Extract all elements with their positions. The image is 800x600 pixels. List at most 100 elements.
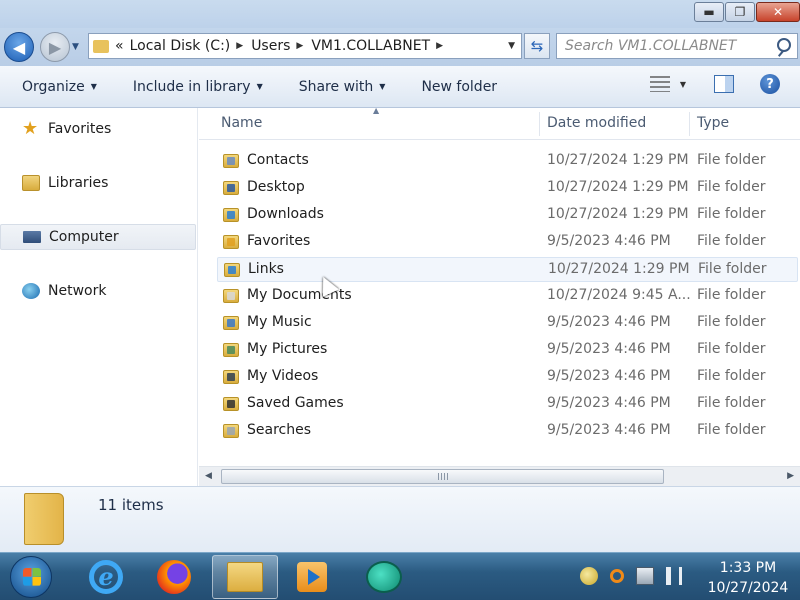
file-type: File folder	[697, 422, 766, 438]
table-row[interactable]: Links 10/27/2024 1:29 PM File folder	[217, 257, 798, 282]
sidebar-item-network[interactable]: Network	[22, 278, 106, 304]
network-status-icon[interactable]	[636, 567, 654, 585]
breadcrumb-overflow[interactable]: «	[115, 38, 124, 54]
change-view-icon[interactable]	[649, 76, 670, 92]
table-row[interactable]: My Music 9/5/2023 4:46 PM File folder	[217, 311, 798, 336]
search-icon[interactable]	[777, 38, 791, 52]
file-name: Searches	[247, 422, 312, 438]
tray-search-icon[interactable]	[610, 569, 624, 583]
breadcrumb-separator-icon[interactable]: ▶	[296, 41, 303, 51]
scroll-right-icon[interactable]: ▶	[787, 471, 794, 481]
breadcrumb-local-disk[interactable]: Local Disk (C:)	[130, 38, 231, 54]
file-type: File folder	[697, 341, 766, 357]
file-date-modified: 9/5/2023 4:46 PM	[547, 422, 671, 438]
sidebar-item-computer[interactable]: Computer	[0, 224, 196, 250]
share-with-menu[interactable]: Share with ▼	[285, 79, 408, 95]
chevron-down-icon[interactable]: ▼	[680, 80, 686, 89]
chat-app-icon	[366, 561, 402, 593]
close-button[interactable]: ✕	[756, 2, 800, 22]
address-bar[interactable]: « Local Disk (C:) ▶ Users ▶ VM1.COLLABNE…	[88, 33, 522, 59]
folder-icon	[223, 181, 239, 195]
breadcrumb-users[interactable]: Users	[251, 38, 290, 54]
horizontal-scrollbar[interactable]: ◀ ▶	[199, 466, 800, 486]
item-count: 11 items	[98, 496, 164, 514]
tray-app-icon[interactable]	[580, 567, 598, 585]
file-date-modified: 10/27/2024 1:29 PM	[548, 261, 690, 277]
table-row[interactable]: My Pictures 9/5/2023 4:46 PM File folder	[217, 338, 798, 363]
file-date-modified: 10/27/2024 1:29 PM	[547, 206, 689, 222]
folder-icon	[223, 343, 239, 357]
media-player-icon	[297, 562, 327, 592]
chevron-down-icon: ▼	[256, 82, 263, 91]
scroll-left-icon[interactable]: ◀	[205, 471, 212, 481]
file-name: My Videos	[247, 368, 319, 384]
clock[interactable]: 1:33 PM 10/27/2024	[700, 558, 796, 598]
file-name: Downloads	[247, 206, 324, 222]
file-name: My Pictures	[247, 341, 328, 357]
organize-menu[interactable]: Organize ▼	[0, 79, 119, 95]
file-date-modified: 9/5/2023 4:46 PM	[547, 395, 671, 411]
sidebar-item-label: Favorites	[48, 121, 112, 137]
column-header-date-modified[interactable]: Date modified	[547, 115, 646, 131]
include-in-library-label: Include in library	[132, 78, 251, 95]
taskbar-file-explorer[interactable]	[212, 555, 278, 599]
file-type: File folder	[697, 395, 766, 411]
folder-icon	[224, 263, 240, 277]
breadcrumb-separator-icon[interactable]: ▶	[236, 41, 243, 51]
column-header-name[interactable]: Name	[221, 115, 262, 131]
folder-icon	[223, 370, 239, 384]
taskbar-firefox[interactable]	[146, 555, 202, 599]
folder-icon	[223, 424, 239, 438]
minimize-button[interactable]: ▬	[694, 2, 724, 22]
internet-explorer-icon: e	[89, 560, 123, 594]
sidebar-item-libraries[interactable]: Libraries	[22, 170, 108, 196]
folder-icon	[24, 493, 64, 545]
table-row[interactable]: My Videos 9/5/2023 4:46 PM File folder	[217, 365, 798, 390]
address-dropdown-icon[interactable]: ▼	[508, 41, 515, 51]
column-divider[interactable]	[539, 112, 540, 136]
breadcrumb-separator-icon[interactable]: ▶	[436, 41, 443, 51]
table-row[interactable]: Desktop 10/27/2024 1:29 PM File folder	[217, 176, 798, 201]
file-type: File folder	[697, 152, 766, 168]
volume-icon[interactable]	[666, 567, 682, 585]
star-icon: ★	[22, 118, 39, 139]
table-row[interactable]: Contacts 10/27/2024 1:29 PM File folder	[217, 149, 798, 174]
table-row[interactable]: Saved Games 9/5/2023 4:46 PM File folder	[217, 392, 798, 417]
chevron-down-icon: ▼	[379, 82, 386, 91]
search-box[interactable]	[556, 33, 798, 59]
table-row[interactable]: My Documents 10/27/2024 9:45 A... File fol…	[217, 284, 798, 309]
scrollbar-thumb[interactable]	[221, 469, 664, 484]
file-name: Links	[248, 261, 284, 277]
file-date-modified: 10/27/2024 9:45 A...	[547, 287, 691, 303]
table-row[interactable]: Downloads 10/27/2024 1:29 PM File folder	[217, 203, 798, 228]
start-button[interactable]	[10, 556, 52, 598]
taskbar-internet-explorer[interactable]: e	[78, 555, 134, 599]
taskbar-media-player[interactable]	[284, 555, 340, 599]
file-date-modified: 10/27/2024 1:29 PM	[547, 152, 689, 168]
file-type: File folder	[697, 233, 766, 249]
file-type: File folder	[697, 314, 766, 330]
sidebar-item-favorites[interactable]: ★ Favorites	[22, 116, 111, 142]
table-row[interactable]: Favorites 9/5/2023 4:46 PM File folder	[217, 230, 798, 255]
organize-label: Organize	[22, 78, 85, 95]
back-button[interactable]: ◀	[4, 32, 34, 62]
sidebar-item-label: Network	[48, 283, 107, 299]
refresh-button[interactable]: ⇆	[524, 33, 550, 59]
system-tray	[580, 567, 694, 585]
column-header-type[interactable]: Type	[697, 115, 729, 131]
preview-pane-icon[interactable]	[714, 75, 734, 93]
include-in-library-menu[interactable]: Include in library ▼	[119, 79, 285, 95]
breadcrumb-current-folder[interactable]: VM1.COLLABNET	[311, 38, 430, 54]
maximize-button[interactable]: ❐	[725, 2, 755, 22]
new-folder-button[interactable]: New folder	[407, 79, 519, 95]
help-icon[interactable]: ?	[760, 74, 780, 94]
table-row[interactable]: Searches 9/5/2023 4:46 PM File folder	[217, 419, 798, 444]
column-divider[interactable]	[689, 112, 690, 136]
taskbar-chat-app[interactable]	[356, 555, 412, 599]
file-type: File folder	[697, 206, 766, 222]
file-name: Desktop	[247, 179, 305, 195]
forward-button[interactable]: ▶	[40, 32, 70, 62]
search-input[interactable]	[557, 34, 767, 58]
recent-pages-dropdown[interactable]: ▼	[72, 42, 79, 52]
folder-icon	[93, 39, 109, 53]
